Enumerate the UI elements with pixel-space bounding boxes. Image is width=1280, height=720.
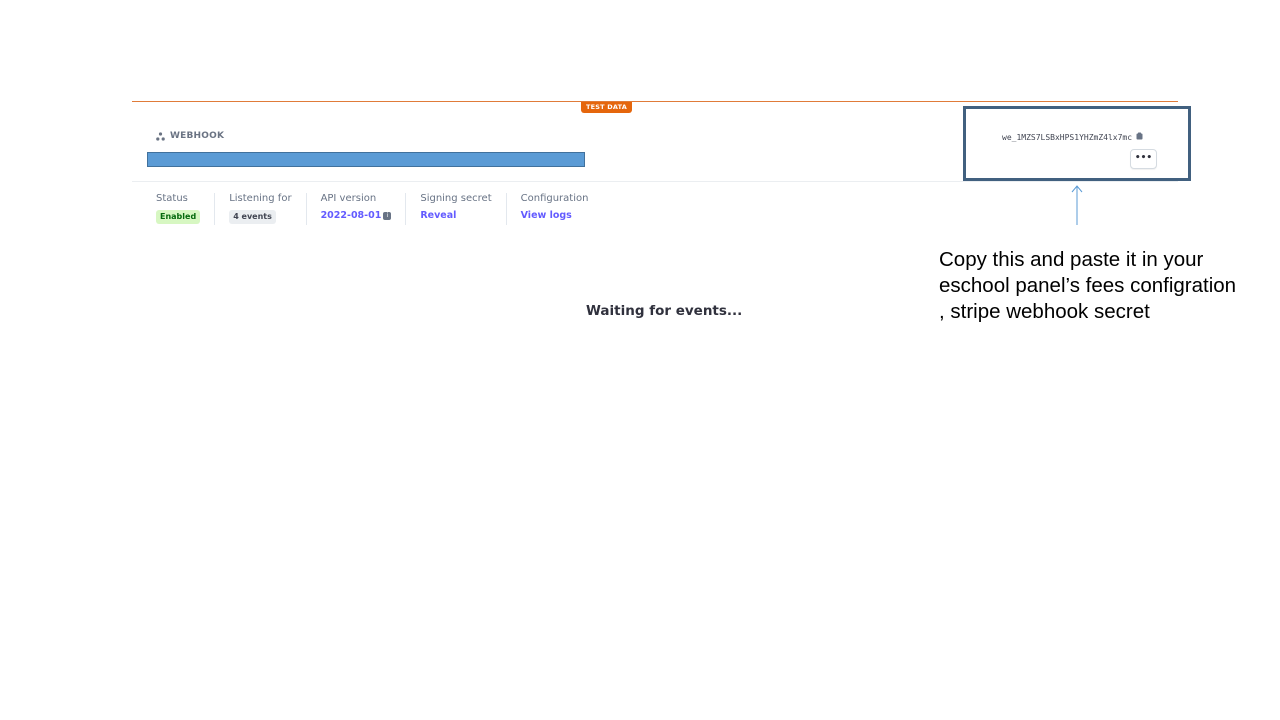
webhook-label: WEBHOOK [170, 131, 225, 141]
signing-secret-column: Signing secret Reveal [405, 193, 505, 225]
info-icon[interactable]: i [383, 211, 392, 220]
api-version-column: API version 2022-08-01 i [305, 193, 406, 225]
listening-label: Listening for [229, 193, 292, 204]
header-divider [132, 181, 1178, 182]
test-data-badge: TEST DATA [581, 102, 632, 113]
status-column: Status Enabled [156, 193, 214, 225]
test-mode-line [132, 101, 1178, 102]
events-count-badge[interactable]: 4 events [229, 210, 276, 224]
configuration-label: Configuration [520, 193, 589, 204]
view-logs-link[interactable]: View logs [521, 210, 572, 221]
waiting-message: Waiting for events... [586, 303, 743, 319]
signing-secret-label: Signing secret [420, 193, 492, 204]
arrow-up-icon [1071, 185, 1083, 225]
redaction-box [147, 152, 585, 167]
page-header: WEBHOOK [156, 131, 224, 141]
api-version-label: API version [320, 193, 377, 204]
api-version-link[interactable]: 2022-08-01 [321, 210, 382, 221]
webhook-icon [156, 131, 165, 141]
status-badge: Enabled [156, 210, 201, 224]
listening-column: Listening for 4 events [214, 193, 305, 225]
annotation-text: Copy this and paste it in your eschool p… [939, 248, 1237, 323]
highlight-box [963, 106, 1191, 181]
status-label: Status [156, 193, 188, 204]
details-bar: Status Enabled Listening for 4 events AP… [156, 193, 602, 225]
configuration-column: Configuration View logs [505, 193, 603, 225]
reveal-secret-link[interactable]: Reveal [420, 210, 456, 221]
